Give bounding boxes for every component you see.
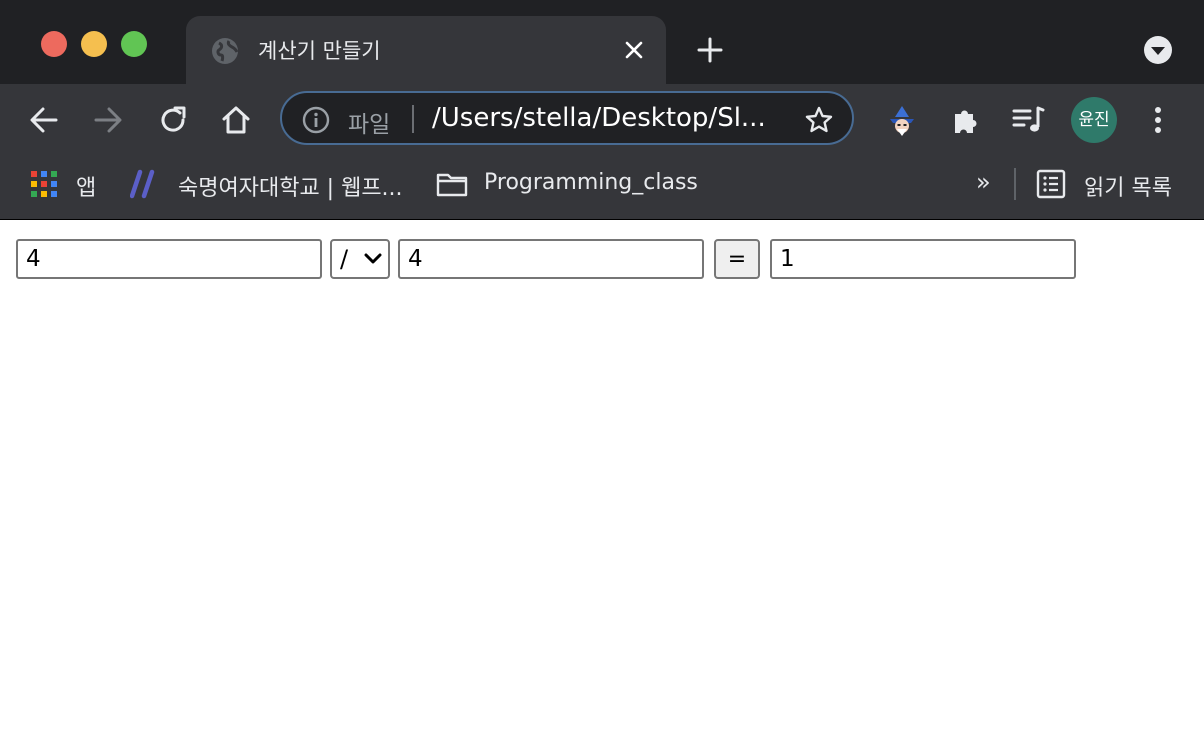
window-close-button[interactable] bbox=[41, 31, 67, 57]
scheme-label: 파일 bbox=[348, 112, 391, 138]
apps-grid-icon bbox=[31, 171, 57, 197]
equals-button[interactable]: = bbox=[714, 239, 760, 279]
operand2-input[interactable] bbox=[398, 239, 704, 279]
extension-wizard-icon[interactable] bbox=[884, 102, 920, 138]
address-bar[interactable]: 파일 /Users/stella/Desktop/Sl... bbox=[280, 91, 854, 145]
globe-icon bbox=[212, 38, 239, 64]
overflow-chevron-icon: » bbox=[976, 168, 991, 196]
result-output[interactable] bbox=[770, 239, 1076, 279]
folder-icon bbox=[436, 173, 468, 197]
close-tab-icon[interactable] bbox=[622, 38, 646, 62]
new-tab-icon[interactable] bbox=[694, 34, 726, 66]
reading-list-icon bbox=[1036, 169, 1066, 199]
reading-list-label: 읽기 목록 bbox=[1084, 176, 1172, 201]
info-icon[interactable] bbox=[302, 106, 330, 134]
url-text[interactable]: /Users/stella/Desktop/Sl... bbox=[432, 103, 766, 133]
operand1-input[interactable] bbox=[16, 239, 322, 279]
browser-window: 계산기 만들기 파일 /Users/stella/Desktop/Sl... 윤… bbox=[0, 0, 1204, 752]
profile-avatar[interactable]: 윤진 bbox=[1071, 97, 1117, 143]
toolbar: 파일 /Users/stella/Desktop/Sl... 윤진 bbox=[0, 84, 1204, 156]
media-playlist-icon[interactable] bbox=[1010, 102, 1046, 138]
bookmarks-bar: 앱 숙명여자대학교 | 웹프... Programming_class » 읽기… bbox=[0, 156, 1204, 220]
bookmark-apps-label: 앱 bbox=[76, 176, 97, 201]
tab-strip: 계산기 만들기 bbox=[0, 0, 1204, 84]
active-tab[interactable]: 계산기 만들기 bbox=[186, 16, 666, 84]
operator-value: / bbox=[340, 245, 349, 273]
tab-title: 계산기 만들기 bbox=[258, 39, 381, 63]
bookmarks-divider bbox=[1014, 168, 1016, 200]
bookmark-item-label: Programming_class bbox=[484, 170, 698, 195]
slash-logo-icon bbox=[130, 169, 155, 199]
back-arrow-icon[interactable] bbox=[26, 102, 62, 138]
forward-arrow-icon[interactable] bbox=[90, 102, 126, 138]
reload-icon[interactable] bbox=[155, 102, 191, 138]
operator-select[interactable]: / bbox=[330, 239, 390, 279]
chevron-down-icon bbox=[364, 253, 382, 264]
window-minimize-button[interactable] bbox=[81, 31, 107, 57]
address-divider bbox=[412, 105, 414, 133]
bookmark-star-icon[interactable] bbox=[804, 105, 834, 135]
page-content: / = bbox=[0, 220, 1204, 752]
extensions-puzzle-icon[interactable] bbox=[948, 102, 984, 138]
bookmark-item-label: 숙명여자대학교 | 웹프... bbox=[178, 176, 403, 201]
home-icon[interactable] bbox=[218, 102, 254, 138]
more-menu-icon[interactable] bbox=[1140, 102, 1176, 138]
window-maximize-button[interactable] bbox=[121, 31, 147, 57]
tab-search-icon[interactable] bbox=[1142, 34, 1174, 66]
